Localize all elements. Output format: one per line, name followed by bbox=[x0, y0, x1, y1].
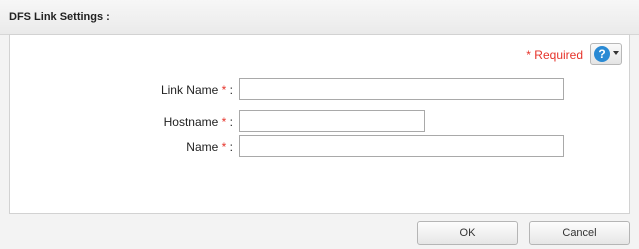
dialog-title: DFS Link Settings : bbox=[9, 11, 110, 23]
question-icon: ? bbox=[594, 46, 610, 62]
link-name-input[interactable] bbox=[239, 78, 564, 100]
form-panel: * Required ? Link Name * : Hostname * : … bbox=[9, 34, 630, 214]
help-button[interactable]: ? bbox=[590, 43, 622, 65]
title-bar: DFS Link Settings : bbox=[0, 0, 639, 35]
chevron-down-icon bbox=[613, 51, 619, 55]
link-name-label: Link Name * : bbox=[160, 83, 233, 97]
ok-button[interactable]: OK bbox=[417, 221, 518, 245]
name-label: Name * : bbox=[186, 140, 233, 154]
required-note: * Required bbox=[526, 48, 583, 62]
hostname-label: Hostname * : bbox=[163, 115, 233, 129]
cancel-button[interactable]: Cancel bbox=[529, 221, 630, 245]
button-row: OK Cancel bbox=[0, 214, 639, 249]
name-input[interactable] bbox=[239, 135, 564, 157]
dfs-link-settings-dialog: DFS Link Settings : * Required ? Link Na… bbox=[0, 0, 639, 249]
hostname-input[interactable] bbox=[239, 110, 425, 132]
